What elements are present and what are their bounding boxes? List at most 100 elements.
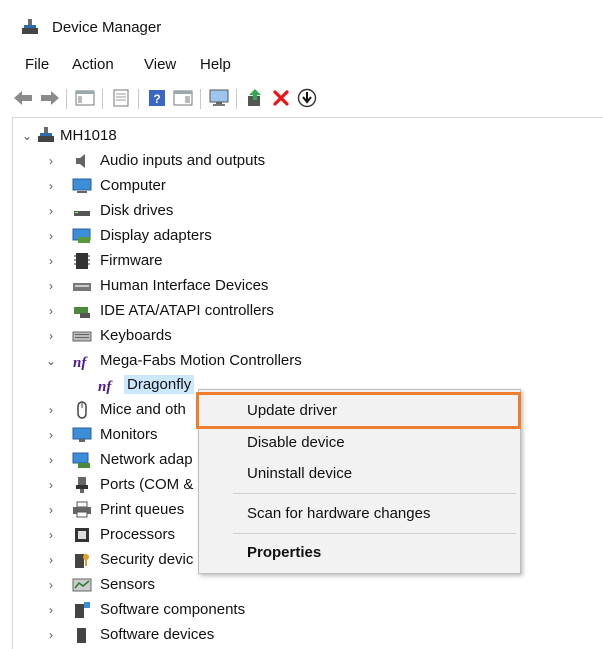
chevron-right-icon[interactable]: › (46, 478, 56, 492)
ide-controller-icon (74, 307, 90, 318)
chevron-right-icon[interactable]: › (46, 553, 56, 567)
item-label: IDE ATA/ATAPI controllers (100, 302, 274, 319)
menu-bar: File Action View Help (0, 52, 603, 78)
display-adapter-icon (72, 228, 91, 243)
item-label: Mice and oth (100, 401, 186, 418)
tree-root[interactable]: ⌄ MH1018 (0, 125, 603, 147)
chevron-right-icon[interactable]: › (46, 628, 56, 642)
menu-action[interactable]: Action (72, 56, 114, 73)
context-scan-hardware[interactable]: Scan for hardware changes (247, 505, 430, 522)
tree-item-sensors[interactable]: › Sensors (0, 574, 603, 596)
chevron-right-icon[interactable]: › (46, 204, 56, 218)
chevron-right-icon[interactable]: › (46, 254, 56, 268)
chevron-down-icon[interactable]: ⌄ (46, 354, 56, 368)
computer-icon (72, 178, 92, 193)
network-adapter-icon (72, 452, 90, 468)
speaker-icon (76, 154, 85, 168)
menu-help[interactable]: Help (200, 56, 231, 73)
tree-item-firmware[interactable]: › Firmware (0, 250, 603, 272)
printer-icon (73, 501, 91, 518)
tree-item-audio[interactable]: › Audio inputs and outputs (0, 150, 603, 172)
window-title: Device Manager (52, 19, 162, 36)
disk-drive-icon (74, 211, 90, 216)
chevron-right-icon[interactable]: › (46, 403, 56, 417)
software-component-icon (75, 602, 90, 618)
update-driver-icon[interactable] (244, 87, 266, 109)
svg-text:?: ? (153, 92, 160, 106)
item-label: Human Interface Devices (100, 277, 269, 294)
tree-item-software-devices[interactable]: › Software devices (0, 624, 603, 646)
action-pane-icon[interactable] (172, 87, 194, 109)
item-label: Disk drives (100, 202, 174, 219)
uninstall-x-icon[interactable] (270, 87, 292, 109)
chevron-right-icon[interactable]: › (46, 304, 56, 318)
security-device-icon (75, 554, 89, 568)
mouse-icon (77, 401, 87, 419)
item-label: Computer (100, 177, 166, 194)
item-label: Display adapters (100, 227, 212, 244)
item-label: Processors (100, 526, 176, 543)
item-label: Audio inputs and outputs (100, 152, 266, 169)
root-label: MH1018 (60, 127, 117, 144)
chevron-right-icon[interactable]: › (46, 603, 56, 617)
show-hide-console-tree-icon[interactable] (74, 87, 96, 109)
help-icon[interactable]: ? (146, 87, 168, 109)
monitor-icon (72, 427, 92, 442)
chevron-right-icon[interactable]: › (46, 279, 56, 293)
context-properties[interactable]: Properties (247, 544, 321, 561)
monitor-icon[interactable] (208, 87, 230, 109)
tree-item-hid[interactable]: › Human Interface Devices (0, 275, 603, 297)
menu-separator (233, 533, 516, 534)
chevron-right-icon[interactable]: › (46, 329, 56, 343)
chevron-right-icon[interactable]: › (46, 229, 56, 243)
menu-separator (233, 493, 516, 494)
chevron-right-icon[interactable]: › (46, 154, 56, 168)
chevron-right-icon[interactable]: › (46, 578, 56, 592)
firmware-icon (74, 253, 90, 269)
item-label: Software components (100, 601, 246, 618)
port-icon (76, 477, 88, 493)
item-label: Firmware (100, 252, 163, 269)
forward-arrow-icon[interactable] (39, 87, 61, 109)
item-label: Network adap (100, 451, 193, 468)
item-label: Software devices (100, 626, 215, 643)
item-label: Mega-Fabs Motion Controllers (100, 352, 302, 369)
hid-icon (73, 283, 91, 291)
tree-item-ide[interactable]: › IDE ATA/ATAPI controllers (0, 300, 603, 322)
processor-icon (75, 528, 89, 542)
toolbar: ? (12, 85, 602, 113)
motion-controller-icon: nf (98, 379, 113, 394)
software-device-icon (77, 628, 86, 643)
properties-icon[interactable] (110, 87, 132, 109)
item-label: Print queues (100, 501, 185, 518)
chevron-right-icon[interactable]: › (46, 503, 56, 517)
chevron-right-icon[interactable]: › (46, 453, 56, 467)
svg-text:nf: nf (98, 379, 113, 394)
item-label: Ports (COM & (100, 476, 194, 493)
chevron-down-icon[interactable]: ⌄ (22, 129, 32, 143)
item-label: Sensors (100, 576, 156, 593)
tree-item-software-components[interactable]: › Software components (0, 599, 603, 621)
title-bar: Device Manager (0, 0, 603, 44)
computer-root-icon (38, 127, 54, 142)
download-circle-icon[interactable] (296, 87, 318, 109)
tree-item-display-adapters[interactable]: › Display adapters (0, 225, 603, 247)
chevron-right-icon[interactable]: › (46, 179, 56, 193)
tree-item-computer[interactable]: › Computer (0, 175, 603, 197)
context-uninstall-device[interactable]: Uninstall device (247, 465, 352, 482)
sensor-icon (72, 578, 92, 592)
context-disable-device[interactable]: Disable device (247, 434, 345, 451)
chevron-right-icon[interactable]: › (46, 528, 56, 542)
motion-controller-icon: nf (73, 355, 88, 370)
tree-item-disk-drives[interactable]: › Disk drives (0, 200, 603, 222)
menu-view[interactable]: View (144, 56, 176, 73)
menu-file[interactable]: File (25, 56, 49, 73)
back-arrow-icon[interactable] (12, 87, 34, 109)
keyboard-icon (72, 331, 92, 342)
device-manager-icon (22, 19, 38, 34)
tree-item-keyboards[interactable]: › Keyboards (0, 325, 603, 347)
chevron-right-icon[interactable]: › (46, 428, 56, 442)
item-label: Security devic (100, 551, 194, 568)
item-label: Monitors (100, 426, 158, 443)
tree-item-mega-fabs[interactable]: ⌄ nf Mega-Fabs Motion Controllers (0, 350, 603, 372)
